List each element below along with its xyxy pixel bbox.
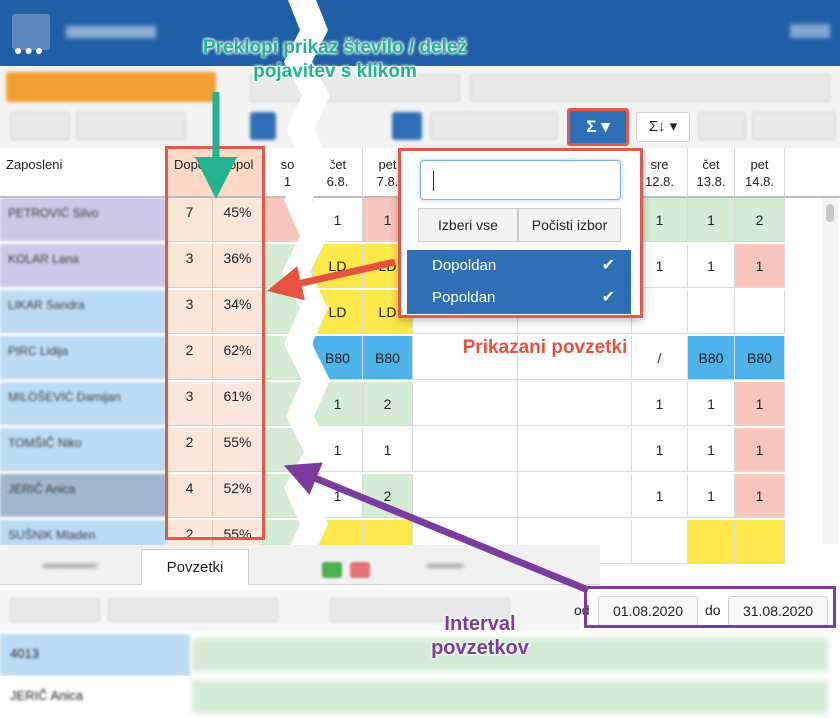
schedule-cell[interactable]: 1 bbox=[735, 382, 785, 426]
column-header-employee[interactable]: Zaposleni bbox=[0, 148, 167, 198]
select-all-button[interactable]: Izberi vse bbox=[418, 208, 518, 242]
column-header-day[interactable]: čet 13.8. bbox=[688, 148, 735, 198]
app-logo-dots: ●●● bbox=[14, 42, 46, 58]
summary-row-name: JERIČ Anica bbox=[10, 688, 83, 703]
status-green-icon bbox=[322, 562, 342, 578]
schedule-cell[interactable]: 2 bbox=[363, 474, 413, 518]
schedule-cell[interactable]: 2 bbox=[363, 382, 413, 426]
scrollbar-thumb[interactable] bbox=[826, 204, 834, 222]
column-header-date: 14.8. bbox=[745, 174, 774, 189]
summary-option-label: Popoldan bbox=[432, 289, 496, 306]
tab-blurred-1[interactable]: ━━━━━━ bbox=[10, 549, 130, 585]
check-icon: ✔ bbox=[601, 289, 615, 306]
summary-option-dopoldan[interactable]: Dopoldan ✔ bbox=[407, 250, 631, 282]
clear-selection-button[interactable]: Počisti izbor bbox=[518, 208, 621, 242]
summary-search-input[interactable] bbox=[420, 160, 621, 200]
schedule-cell[interactable] bbox=[518, 428, 632, 472]
tool-group-blurred[interactable] bbox=[430, 112, 558, 140]
column-header-weekday: pet bbox=[750, 157, 769, 172]
schedule-cell[interactable]: 1 bbox=[632, 474, 688, 518]
employee-name[interactable]: JERIČ Anica bbox=[0, 474, 167, 517]
schedule-cell[interactable]: 1 bbox=[735, 428, 785, 472]
check-icon: ✔ bbox=[601, 257, 615, 274]
schedule-cell[interactable]: 1 bbox=[632, 428, 688, 472]
user-menu-blurred[interactable] bbox=[790, 24, 830, 38]
options-button-blurred[interactable] bbox=[752, 112, 836, 140]
tab-blurred-2[interactable]: ━━━━ bbox=[395, 549, 495, 585]
column-header-date: 13.8. bbox=[696, 174, 726, 189]
text-caret bbox=[433, 171, 434, 191]
schedule-cell[interactable]: B80 bbox=[688, 336, 735, 380]
interval-highlight bbox=[584, 586, 836, 628]
summary-group-select-blurred[interactable] bbox=[108, 598, 278, 622]
employee-name[interactable]: PIRC Lidija bbox=[0, 336, 167, 379]
schedule-cell[interactable]: 1 bbox=[688, 382, 735, 426]
print-button-blurred[interactable] bbox=[698, 112, 746, 140]
date-picker-blurred[interactable] bbox=[76, 112, 186, 140]
schedule-cell[interactable]: 1 bbox=[688, 474, 735, 518]
schedule-cell[interactable] bbox=[688, 290, 735, 334]
summary-toggle-button[interactable]: Σ ▾ bbox=[567, 108, 629, 146]
schedule-cell[interactable]: 1 bbox=[688, 198, 735, 242]
annotation-toggle-line1: Preklopi prikaz število / delež bbox=[203, 37, 467, 58]
schedule-cell[interactable]: 1 bbox=[688, 244, 735, 288]
employee-name[interactable]: LIKAR Sandra bbox=[0, 290, 167, 333]
column-header-weekday: čet bbox=[702, 157, 720, 172]
annotation-interval-line1: Interval bbox=[444, 613, 516, 635]
summary-mode-select-blurred[interactable] bbox=[10, 598, 100, 622]
search-field-blurred[interactable] bbox=[470, 74, 830, 102]
sum-columns-highlight bbox=[165, 146, 265, 540]
schedule-cell[interactable] bbox=[413, 474, 518, 518]
schedule-cell[interactable]: 1 bbox=[632, 382, 688, 426]
schedule-cell[interactable]: 1 bbox=[735, 244, 785, 288]
status-red-icon bbox=[350, 562, 370, 578]
annotation-interval: Interval povzetkov bbox=[405, 612, 555, 660]
summary-row: JERIČ Anica bbox=[0, 676, 840, 718]
tab-povzetki[interactable]: Povzetki bbox=[141, 549, 249, 585]
schedule-cell[interactable] bbox=[735, 290, 785, 334]
employee-name[interactable]: MILOŠEVIĆ Damijan bbox=[0, 382, 167, 425]
blue-tool-button[interactable] bbox=[392, 112, 422, 140]
schedule-cell[interactable] bbox=[632, 520, 688, 564]
schedule-cell[interactable]: 1 bbox=[688, 428, 735, 472]
schedule-cell[interactable] bbox=[518, 474, 632, 518]
annotation-toggle-line2: pojavitev s klikom bbox=[253, 61, 417, 82]
summary-option-popoldan[interactable]: Popoldan ✔ bbox=[407, 282, 631, 314]
nav-buttons-blurred[interactable] bbox=[10, 112, 70, 140]
tab-povzetki-label: Povzetki bbox=[166, 559, 224, 576]
schedule-cell[interactable] bbox=[688, 520, 735, 564]
schedule-cell[interactable]: 1 bbox=[363, 428, 413, 472]
column-header-day[interactable]: pet 14.8. bbox=[735, 148, 785, 198]
annotation-interval-line2: povzetkov bbox=[431, 637, 529, 659]
summary-option-label: Dopoldan bbox=[432, 257, 497, 274]
schedule-cell[interactable] bbox=[735, 520, 785, 564]
employee-name[interactable]: TOMŠIČ Niko bbox=[0, 428, 167, 471]
annotation-shown-summaries: Prikazani povzetki bbox=[462, 337, 628, 358]
schedule-cell[interactable]: B80 bbox=[735, 336, 785, 380]
schedule-cell[interactable] bbox=[413, 382, 518, 426]
schedule-cell[interactable]: B80 bbox=[363, 336, 413, 380]
summary-row-cells-blurred bbox=[192, 680, 828, 714]
schedule-cell[interactable]: 1 bbox=[735, 474, 785, 518]
schedule-cell[interactable]: 2 bbox=[735, 198, 785, 242]
summary-row-name: 4013 bbox=[0, 634, 190, 676]
schedule-cell[interactable] bbox=[518, 382, 632, 426]
sort-summary-button[interactable]: Σ↓ ▾ bbox=[636, 112, 690, 142]
table-scrollbar[interactable] bbox=[822, 198, 838, 544]
schedule-cell[interactable] bbox=[413, 428, 518, 472]
employee-name[interactable]: KOLAR Lana bbox=[0, 244, 167, 287]
employee-name[interactable]: PETROVIĆ Silvo bbox=[0, 198, 167, 241]
column-header-employee-label: Zaposleni bbox=[6, 157, 63, 172]
annotation-toggle: Preklopi prikaz število / delež pojavite… bbox=[150, 36, 520, 84]
